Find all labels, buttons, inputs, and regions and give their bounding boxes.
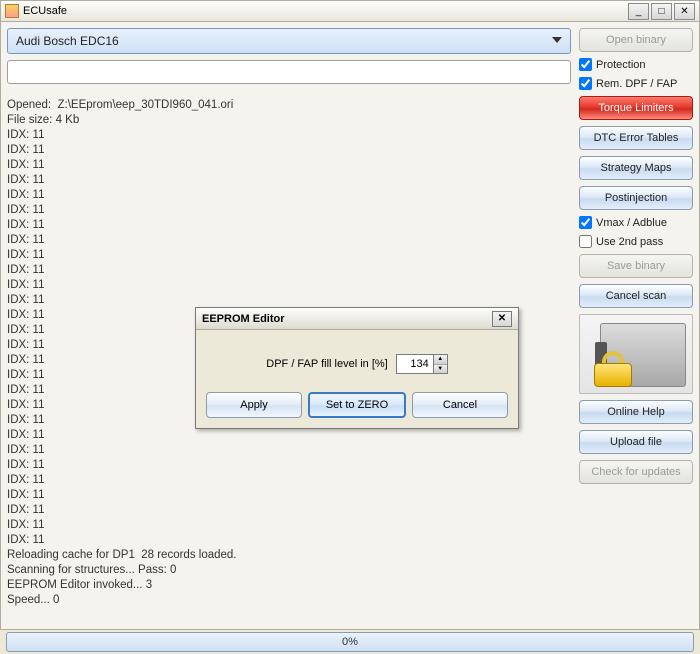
progress-text: 0% <box>342 636 358 648</box>
dialog-close-button[interactable]: ✕ <box>492 311 512 327</box>
fill-level-label: DPF / FAP fill level in [%] <box>266 358 387 370</box>
protection-label: Protection <box>596 59 646 71</box>
spin-up-button[interactable]: ▲ <box>434 355 447 365</box>
app-icon <box>5 4 19 18</box>
rem-dpf-checkbox-input[interactable] <box>579 77 592 90</box>
window-titlebar: ECUsafe _ □ ✕ <box>0 0 700 22</box>
vmax-adblue-checkbox[interactable]: Vmax / Adblue <box>579 216 693 229</box>
upload-file-button[interactable]: Upload file <box>579 430 693 454</box>
spin-down-button[interactable]: ▼ <box>434 365 447 374</box>
ecu-select-value: Audi Bosch EDC16 <box>16 34 119 48</box>
cancel-button[interactable]: Cancel <box>412 392 508 418</box>
cancel-scan-button[interactable]: Cancel scan <box>579 284 693 308</box>
torque-limiters-button[interactable]: Torque Limiters <box>579 96 693 120</box>
dialog-titlebar: EEPROM Editor ✕ <box>196 308 518 330</box>
window-title: ECUsafe <box>23 5 626 17</box>
save-binary-button[interactable]: Save binary <box>579 254 693 278</box>
rem-dpf-label: Rem. DPF / FAP <box>596 78 677 90</box>
strategy-maps-button[interactable]: Strategy Maps <box>579 156 693 180</box>
protection-checkbox[interactable]: Protection <box>579 58 693 71</box>
use-2nd-pass-checkbox[interactable]: Use 2nd pass <box>579 235 693 248</box>
protection-checkbox-input[interactable] <box>579 58 592 71</box>
close-button[interactable]: ✕ <box>674 3 695 20</box>
dtc-error-tables-button[interactable]: DTC Error Tables <box>579 126 693 150</box>
ecu-select-dropdown[interactable]: Audi Bosch EDC16 <box>7 28 571 54</box>
set-to-zero-button[interactable]: Set to ZERO <box>308 392 406 418</box>
chevron-down-icon <box>552 37 562 43</box>
progress-bar: 0% <box>6 632 694 652</box>
dialog-title: EEPROM Editor <box>202 313 285 325</box>
use-2nd-checkbox-input[interactable] <box>579 235 592 248</box>
vmax-label: Vmax / Adblue <box>596 217 667 229</box>
fill-level-spinbox[interactable]: ▲ ▼ <box>396 354 448 374</box>
vmax-checkbox-input[interactable] <box>579 216 592 229</box>
eeprom-editor-dialog: EEPROM Editor ✕ DPF / FAP fill level in … <box>195 307 519 429</box>
maximize-button[interactable]: □ <box>651 3 672 20</box>
rem-dpf-checkbox[interactable]: Rem. DPF / FAP <box>579 77 693 90</box>
postinjection-button[interactable]: Postinjection <box>579 186 693 210</box>
use-2nd-label: Use 2nd pass <box>596 236 663 248</box>
check-updates-button[interactable]: Check for updates <box>579 460 693 484</box>
open-binary-button[interactable]: Open binary <box>579 28 693 52</box>
fill-level-input[interactable] <box>397 355 433 373</box>
minimize-button[interactable]: _ <box>628 3 649 20</box>
apply-button[interactable]: Apply <box>206 392 302 418</box>
online-help-button[interactable]: Online Help <box>579 400 693 424</box>
lock-icon <box>594 353 632 387</box>
filter-input[interactable] <box>7 60 571 84</box>
right-pane: Open binary Protection Rem. DPF / FAP To… <box>577 22 699 629</box>
ecu-illustration <box>579 314 693 394</box>
